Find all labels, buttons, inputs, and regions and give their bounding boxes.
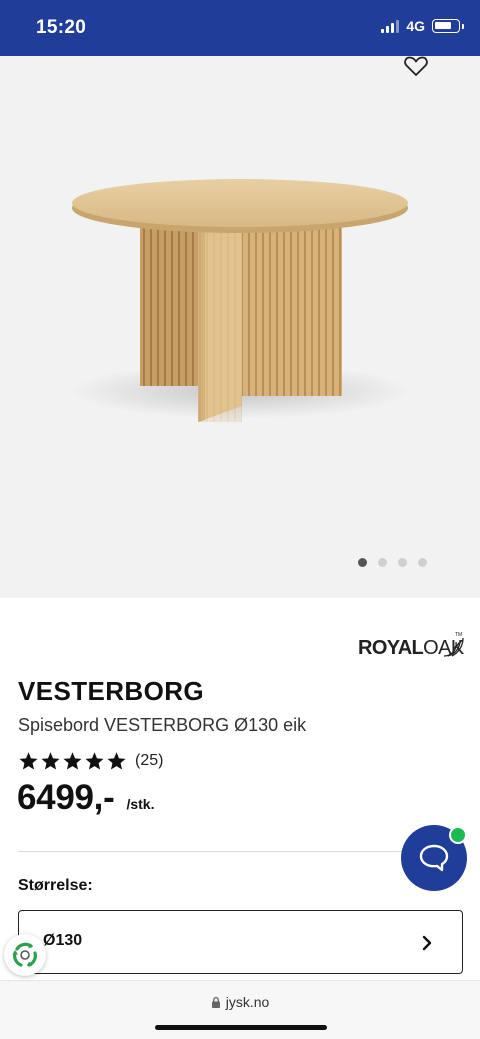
svg-text:TM: TM — [455, 632, 462, 638]
star-icon — [107, 752, 126, 770]
brand-arc-icon: TM — [443, 632, 464, 657]
pagination-dot[interactable] — [398, 558, 407, 567]
chevron-right-icon — [422, 935, 432, 951]
star-icon — [63, 752, 82, 770]
heart-icon[interactable] — [403, 56, 429, 76]
browser-address-bar[interactable]: jysk.no — [0, 980, 480, 1039]
star-icon — [85, 752, 104, 770]
url-text[interactable]: jysk.no — [226, 994, 270, 1010]
review-count[interactable]: (25) — [135, 752, 163, 770]
size-label: Størrelse: — [18, 877, 93, 894]
brand-logo: ROYALOAK TM — [358, 632, 464, 659]
lock-icon — [211, 996, 220, 1008]
battery-icon — [432, 19, 464, 33]
star-icon — [41, 752, 60, 770]
status-bar: 15:20 4G — [0, 0, 480, 56]
pagination-dot[interactable] — [378, 558, 387, 567]
product-subtitle: Spisebord VESTERBORG Ø130 eik — [18, 715, 307, 735]
product-name: VESTERBORG — [18, 676, 205, 706]
product-image[interactable] — [40, 166, 440, 446]
recycle-icon — [12, 942, 37, 967]
price-unit: /stk. — [126, 796, 155, 812]
eco-badge[interactable] — [4, 934, 46, 976]
product-price: 6499,- — [17, 778, 115, 817]
pagination-dot[interactable] — [358, 558, 367, 567]
section-divider — [18, 851, 462, 852]
url-row[interactable]: jysk.no — [0, 994, 480, 1010]
product-rating[interactable]: (25) — [18, 751, 163, 771]
selected-size: Ø130 — [43, 932, 83, 949]
status-indicators: 4G — [381, 18, 464, 34]
status-time: 15:20 — [36, 17, 87, 38]
chat-bubble-icon — [419, 844, 449, 872]
price-row: 6499,- /stk. — [17, 778, 154, 818]
image-pagination[interactable] — [358, 558, 427, 567]
online-status-indicator — [449, 826, 467, 844]
size-selector[interactable]: Ø130 — [18, 910, 463, 974]
product-gallery[interactable] — [0, 56, 480, 598]
star-icon — [19, 752, 38, 770]
signal-icon — [381, 19, 400, 33]
home-indicator[interactable] — [155, 1025, 327, 1030]
network-type: 4G — [406, 18, 425, 34]
rating-stars — [18, 751, 127, 771]
pagination-dot[interactable] — [418, 558, 427, 567]
